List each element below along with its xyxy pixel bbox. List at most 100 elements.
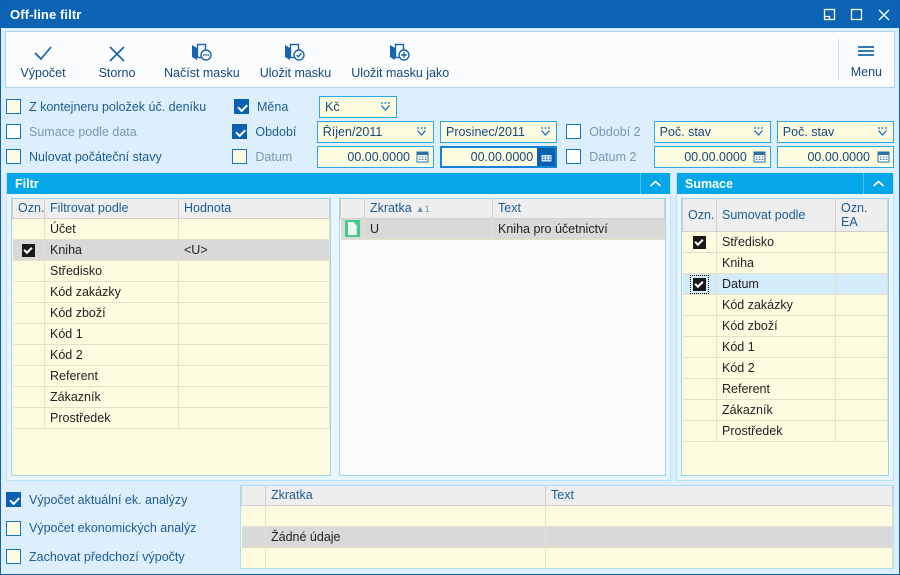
chevron-up-icon[interactable] [863, 173, 893, 194]
column-header-ozn[interactable]: Ozn. [682, 199, 717, 232]
date-from-input[interactable]: 00.00.0000 [316, 145, 434, 168]
row-checkbox-cell[interactable] [12, 323, 45, 345]
table-row[interactable]: Kód zboží [682, 315, 888, 337]
zero-opening-checkbox[interactable] [6, 149, 21, 164]
row-checkbox-cell[interactable] [682, 231, 717, 253]
chevron-down-icon[interactable] [748, 125, 770, 138]
row-checkbox-cell[interactable] [682, 420, 717, 442]
analysis-grid[interactable]: Zkratka Text Žádné údaje [240, 485, 894, 569]
row-checkbox-cell[interactable] [682, 357, 717, 379]
period-option[interactable]: Období [232, 124, 316, 139]
current-analysis-checkbox[interactable] [6, 492, 21, 507]
row-checkbox-cell[interactable] [682, 315, 717, 337]
row-checkbox-cell[interactable] [12, 302, 45, 324]
table-row[interactable]: Kniha [682, 252, 888, 274]
current-analysis-option[interactable]: Výpočet aktuální ek. analýzy [6, 487, 234, 512]
date2-checkbox[interactable] [566, 149, 582, 164]
row-checkbox-cell[interactable] [682, 336, 717, 358]
chevron-down-icon[interactable] [374, 100, 396, 113]
table-row[interactable]: Kód zboží [12, 302, 330, 324]
row-checkbox-cell[interactable] [682, 399, 717, 421]
close-window-button[interactable] [870, 2, 897, 27]
period2-option[interactable]: Období 2 [566, 124, 653, 139]
row-checkbox-cell[interactable] [12, 386, 45, 408]
currency-checkbox[interactable] [234, 99, 249, 114]
economic-analysis-checkbox[interactable] [6, 520, 21, 536]
load-mask-button[interactable]: Načíst masku [154, 32, 250, 87]
table-row[interactable]: Kód 2 [12, 344, 330, 366]
row-checkbox-cell[interactable] [12, 260, 45, 282]
table-row[interactable]: Prostředek [682, 420, 888, 442]
container-checkbox[interactable] [6, 99, 21, 114]
table-row[interactable]: Účet [12, 218, 330, 240]
calendar-icon[interactable] [751, 148, 769, 166]
column-header-text[interactable]: Text [492, 199, 665, 219]
summation-grid[interactable]: Ozn. Sumovat podle Ozn. EA Středisko Kni… [681, 198, 889, 476]
period2-checkbox[interactable] [566, 124, 582, 139]
table-row[interactable]: Referent [12, 365, 330, 387]
row-checkbox-cell[interactable] [682, 252, 717, 274]
row-checkbox[interactable] [692, 236, 706, 250]
row-checkbox[interactable] [689, 275, 709, 294]
row-checkbox-cell[interactable] [12, 239, 45, 261]
economic-analysis-option[interactable]: Výpočet ekonomických analýz [6, 516, 234, 541]
table-row[interactable]: Kniha <U> [12, 239, 330, 261]
calendar-icon[interactable] [537, 147, 556, 166]
chevron-down-icon[interactable] [411, 125, 433, 138]
keep-previous-checkbox[interactable] [6, 549, 21, 564]
period-checkbox[interactable] [232, 124, 248, 139]
table-row[interactable]: U Kniha pro účetnictví [340, 218, 665, 240]
table-row[interactable]: Referent [682, 378, 888, 400]
period-to-select[interactable]: Prosinec/2011 [439, 120, 558, 143]
table-row[interactable]: Zákazník [682, 399, 888, 421]
table-row[interactable]: Kód 1 [12, 323, 330, 345]
column-header-sum-by[interactable]: Sumovat podle [716, 199, 836, 232]
table-row[interactable]: Datum [682, 273, 888, 295]
cancel-button[interactable]: Storno [80, 32, 154, 87]
date2-from-input[interactable]: 00.00.0000 [653, 145, 771, 168]
sum-by-date-checkbox[interactable] [6, 124, 21, 139]
column-header-value[interactable]: Hodnota [178, 199, 330, 219]
row-checkbox-cell[interactable] [12, 344, 45, 366]
row-checkbox-cell[interactable] [12, 281, 45, 303]
save-mask-button[interactable]: Uložit masku [250, 32, 342, 87]
table-row[interactable]: Kód zakázky [12, 281, 330, 303]
chevron-down-icon[interactable] [534, 125, 556, 138]
table-row[interactable]: Středisko [12, 260, 330, 282]
calculate-button[interactable]: Výpočet [6, 32, 80, 87]
row-checkbox-cell[interactable] [682, 273, 717, 295]
calendar-icon[interactable] [414, 148, 432, 166]
sum-by-date-option[interactable]: Sumace podle data [6, 124, 232, 139]
date2-to-input[interactable]: 00.00.0000 [776, 145, 895, 168]
row-checkbox-cell[interactable] [682, 378, 717, 400]
calendar-icon[interactable] [874, 148, 892, 166]
row-checkbox-cell[interactable] [12, 365, 45, 387]
restore-window-button[interactable] [816, 2, 843, 27]
column-header-text[interactable]: Text [545, 486, 893, 506]
row-checkbox-cell[interactable] [12, 218, 45, 240]
table-row[interactable]: Zákazník [12, 386, 330, 408]
period2-to-select[interactable]: Poč. stav [776, 120, 895, 143]
row-checkbox[interactable] [21, 243, 35, 257]
column-header-filter-by[interactable]: Filtrovat podle [44, 199, 179, 219]
date2-option[interactable]: Datum 2 [566, 149, 653, 164]
table-row[interactable]: Kód 2 [682, 357, 888, 379]
keep-previous-option[interactable]: Zachovat předchozí výpočty [6, 544, 234, 569]
table-row[interactable]: Kód 1 [682, 336, 888, 358]
date-to-input[interactable]: 00.00.0000 [439, 145, 558, 168]
column-header-zkratka[interactable]: Zkratka ▲1 [364, 199, 493, 219]
chevron-up-icon[interactable] [640, 173, 670, 194]
row-checkbox-cell[interactable] [682, 294, 717, 316]
container-option[interactable]: Z kontejneru položek úč. deníku [6, 99, 234, 114]
column-header-zkratka[interactable]: Zkratka [265, 486, 546, 506]
period2-from-select[interactable]: Poč. stav [653, 120, 771, 143]
period-from-select[interactable]: Říjen/2011 [316, 120, 434, 143]
date-option[interactable]: Datum [232, 149, 316, 164]
table-row[interactable]: Kód zakázky [682, 294, 888, 316]
maximize-window-button[interactable] [843, 2, 870, 27]
save-mask-as-button[interactable]: Uložit masku jako [341, 32, 459, 87]
filter-criteria-grid[interactable]: Ozn. Filtrovat podle Hodnota Účet Kniha <… [11, 198, 331, 476]
chevron-down-icon[interactable] [871, 125, 893, 138]
filter-values-grid[interactable]: Zkratka ▲1 Text U Kniha pro účetnictví [339, 198, 666, 476]
currency-select[interactable]: Kč [319, 95, 397, 118]
